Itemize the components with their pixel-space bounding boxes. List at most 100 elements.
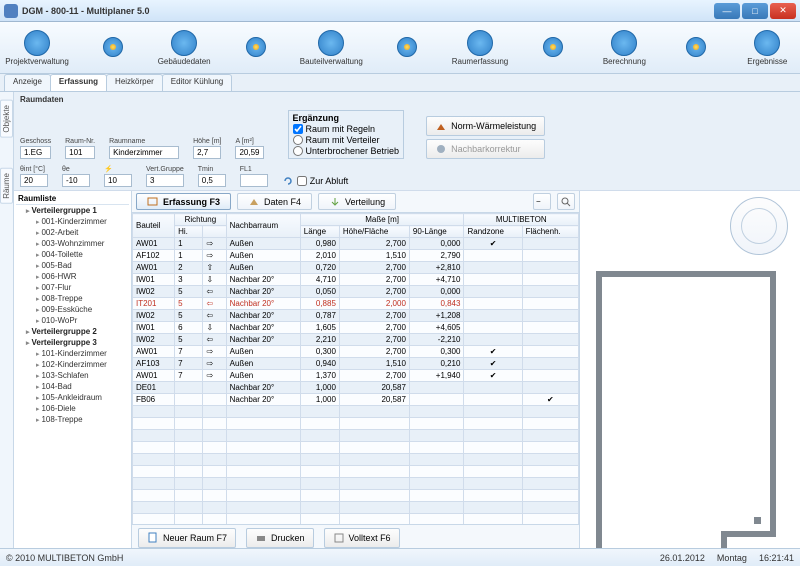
tree-pane[interactable]: Raumliste Verteilergruppe 1001-Kinderzim… (14, 191, 132, 548)
table-row[interactable] (133, 430, 579, 442)
toolbar-raum[interactable]: Raumerfassung (452, 30, 508, 66)
tree-item[interactable]: 108-Treppe (36, 414, 129, 425)
tree-item[interactable]: 008-Treppe (36, 293, 129, 304)
hoehe-field[interactable]: 2,7 (193, 146, 221, 159)
chk-verteiler[interactable]: Raum mit Verteiler (293, 135, 400, 145)
table-row[interactable] (133, 406, 579, 418)
toolbar-ergebnisse[interactable]: Ergebnisse (741, 30, 794, 66)
status-date: 26.01.2012 (660, 553, 705, 563)
table-row[interactable] (133, 514, 579, 525)
sun-icon (686, 37, 706, 57)
chk-betrieb[interactable]: Unterbrochener Betrieb (293, 146, 400, 156)
table-row[interactable] (133, 442, 579, 454)
tree-item[interactable]: 104-Bad (36, 381, 129, 392)
data-table[interactable]: Bauteil Richtung Nachbarraum Maße [m] MU… (132, 213, 579, 524)
tree-group[interactable]: Verteilergruppe 3 (26, 337, 129, 348)
tree-item[interactable]: 004-Toilette (36, 249, 129, 260)
btn-volltext[interactable]: Volltext F6 (324, 528, 400, 548)
tree-item[interactable]: 006-HWR (36, 271, 129, 282)
table-row[interactable]: AF1021⇨Außen2,0101,5102,790 (133, 250, 579, 262)
table-row[interactable]: FB06Nachbar 20°1,00020,587✔ (133, 394, 579, 406)
tree-item[interactable]: 101-Kinderzimmer (36, 348, 129, 359)
theta2-field[interactable]: -10 (62, 174, 90, 187)
tree-group[interactable]: Verteilergruppe 1 (26, 205, 129, 216)
table-row[interactable]: AF1037⇨Außen0,9401,5100,210✔ (133, 358, 579, 370)
table-row[interactable] (133, 478, 579, 490)
tree-item[interactable]: 005-Bad (36, 260, 129, 271)
vtab-raeume[interactable]: Räume (0, 168, 13, 204)
minimize-button[interactable]: — (714, 3, 740, 19)
close-button[interactable]: ✕ (770, 3, 796, 19)
table-row[interactable]: AW011⇨Außen0,9802,7000,000✔ (133, 238, 579, 250)
sun-icon (246, 37, 266, 57)
table-row[interactable]: AW017⇨Außen0,3002,7000,300✔ (133, 346, 579, 358)
toolbar-gebaeude[interactable]: Gebäudedaten (157, 30, 210, 66)
tree-item[interactable]: 105-Ankleidraum (36, 392, 129, 403)
minus-button[interactable]: − (533, 193, 551, 210)
table-row[interactable] (133, 454, 579, 466)
toolbar-sun1[interactable] (86, 37, 139, 58)
table-row[interactable]: DE01Nachbar 20°1,00020,587 (133, 382, 579, 394)
direction-dial[interactable] (730, 197, 788, 255)
table-row[interactable]: IW025⇦Nachbar 20°2,2102,700-2,210 (133, 334, 579, 346)
fl-field[interactable] (240, 174, 268, 187)
flaeche-field[interactable]: 20,59 (235, 146, 263, 159)
tab-erfassung[interactable]: Erfassung (50, 74, 107, 91)
status-bar: © 2010 MULTIBETON GmbH 26.01.2012 Montag… (0, 548, 800, 566)
toolbar-bauteil[interactable]: Bauteilverwaltung (300, 30, 362, 66)
ttab-daten[interactable]: Daten F4 (237, 193, 312, 210)
tree-group[interactable]: Verteilergruppe 2 (26, 326, 129, 337)
tree-item[interactable]: 001-Kinderzimmer (36, 216, 129, 227)
table-row[interactable] (133, 418, 579, 430)
chk-regeln[interactable]: Raum mit Regeln (293, 124, 400, 134)
toolbar-sun4[interactable] (526, 37, 579, 58)
btn-neuer-raum[interactable]: Neuer Raum F7 (138, 528, 236, 548)
table-row[interactable] (133, 466, 579, 478)
toolbar-sun2[interactable] (229, 37, 282, 58)
table-row[interactable]: AW017⇨Außen1,3702,700+1,940✔ (133, 370, 579, 382)
npers-field[interactable]: 10 (104, 174, 132, 187)
toolbar-sun3[interactable] (380, 37, 433, 58)
tree-item[interactable]: 003-Wohnzimmer (36, 238, 129, 249)
search-button[interactable] (557, 193, 575, 210)
geschoss-field[interactable]: 1.EG (20, 146, 51, 159)
tree-item[interactable]: 103-Schlafen (36, 370, 129, 381)
vertgruppe-field[interactable]: 3 (146, 174, 184, 187)
ttab-verteilung[interactable]: Verteilung (318, 193, 396, 210)
btn-drucken[interactable]: Drucken (246, 528, 314, 548)
floorplan-pane[interactable]: Zeichenrichtungen (580, 191, 800, 548)
sub-tabs: Anzeige Erfassung Heizkörper Editor Kühl… (0, 74, 800, 92)
main-toolbar: Projektverwaltung Gebäudedaten Bauteilve… (0, 22, 800, 74)
raumnr-field[interactable]: 101 (65, 146, 95, 159)
table-row[interactable]: AW012⇧Außen0,7202,700+2,810 (133, 262, 579, 274)
btn-norm-waerme[interactable]: Norm-Wärmeleistung (426, 116, 545, 136)
maximize-button[interactable]: □ (742, 3, 768, 19)
tree-item[interactable]: 010-WoPr (36, 315, 129, 326)
table-row[interactable]: IW025⇦Nachbar 20°0,7872,700+1,208 (133, 310, 579, 322)
tree-item[interactable]: 009-Essküche (36, 304, 129, 315)
tmin-field[interactable]: 0,5 (198, 174, 226, 187)
table-row[interactable] (133, 490, 579, 502)
tab-anzeige[interactable]: Anzeige (4, 74, 51, 91)
theta-field[interactable]: 20 (20, 174, 48, 187)
tree-item[interactable]: 106-Diele (36, 403, 129, 414)
table-row[interactable]: IW016⇩Nachbar 20°1,6052,700+4,605 (133, 322, 579, 334)
tree-item[interactable]: 102-Kinderzimmer (36, 359, 129, 370)
toolbar-projekt[interactable]: Projektverwaltung (6, 30, 68, 66)
toolbar-sun5[interactable] (669, 37, 722, 58)
ergaenzung-box: Ergänzung Raum mit Regeln Raum mit Verte… (288, 110, 405, 159)
table-row[interactable] (133, 502, 579, 514)
vtab-objekte[interactable]: Objekte (0, 100, 13, 138)
table-row[interactable]: IW013⇩Nachbar 20°4,7102,700+4,710 (133, 274, 579, 286)
tab-heizkoerper[interactable]: Heizkörper (106, 74, 163, 91)
btn-nachbar[interactable]: Nachbarkorrektur (426, 139, 545, 159)
chk-zurabluft[interactable]: Zur Abluft (282, 175, 349, 187)
ttab-erfassung[interactable]: Erfassung F3 (136, 193, 231, 210)
tree-item[interactable]: 002-Arbeit (36, 227, 129, 238)
tab-kuehlung[interactable]: Editor Kühlung (162, 74, 232, 91)
table-row[interactable]: IW025⇦Nachbar 20°0,0502,7000,000 (133, 286, 579, 298)
table-row[interactable]: IT2015⇦Nachbar 20°0,8852,0000,843 (133, 298, 579, 310)
toolbar-berechnung[interactable]: Berechnung (598, 30, 651, 66)
raumname-field[interactable]: Kinderzimmer (109, 146, 179, 159)
tree-item[interactable]: 007-Flur (36, 282, 129, 293)
